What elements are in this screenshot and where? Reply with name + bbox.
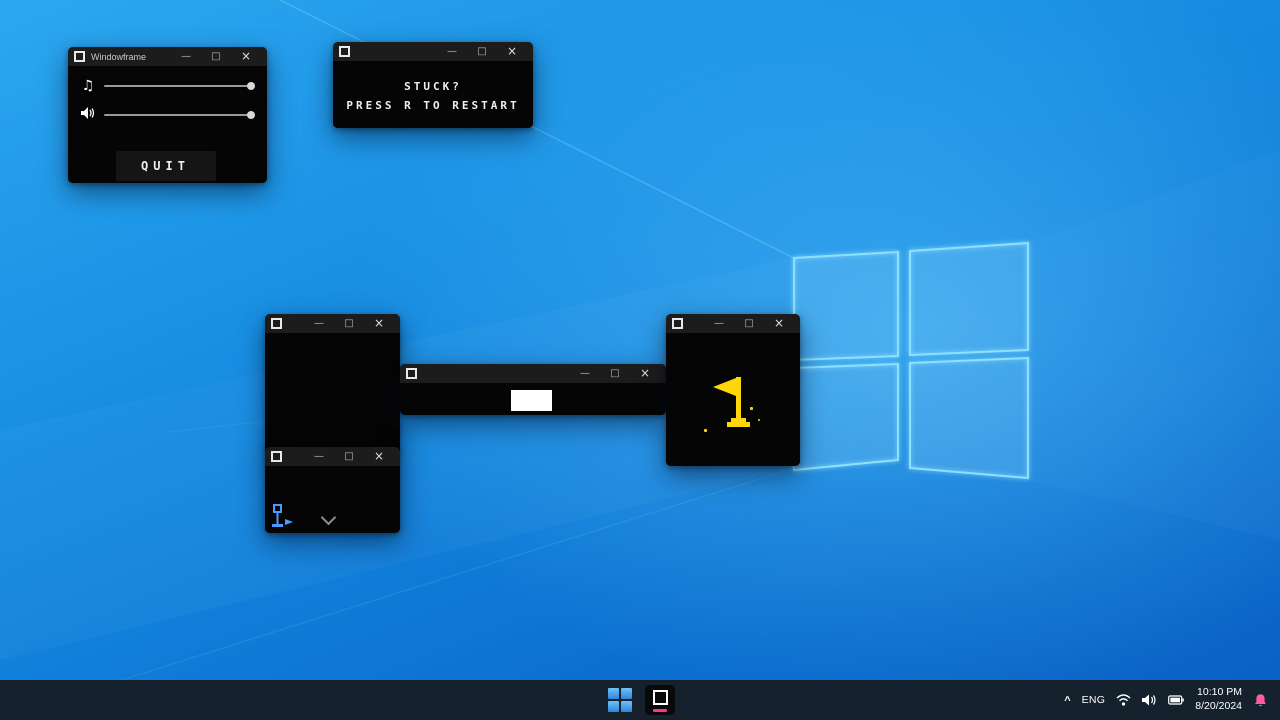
window-hint: — □ × STUCK? PRESS R TO RESTART	[333, 42, 533, 128]
clock-date: 8/20/2024	[1195, 700, 1242, 714]
titlebar[interactable]: — □ ×	[400, 364, 666, 383]
window-platform: — □ ×	[400, 364, 666, 415]
minimize-button[interactable]: —	[304, 314, 334, 333]
window-goal: — □ ×	[666, 314, 800, 466]
minimize-button[interactable]: —	[171, 47, 201, 66]
slider-track	[104, 114, 253, 116]
battery-icon[interactable]	[1168, 695, 1184, 705]
window-settings: Windowframe — □ × ♫	[68, 47, 267, 183]
close-button[interactable]: ×	[364, 314, 394, 333]
window-icon	[339, 46, 350, 57]
window-title: Windowframe	[91, 52, 146, 62]
goal-flag-icon	[710, 375, 754, 431]
close-button[interactable]: ×	[231, 47, 261, 66]
player-character-icon	[271, 504, 297, 530]
titlebar[interactable]: — □ ×	[265, 447, 400, 466]
sparkle-icon	[758, 419, 760, 421]
start-logo-icon	[608, 701, 619, 712]
music-volume-slider[interactable]	[104, 79, 255, 93]
minimize-button[interactable]: —	[570, 364, 600, 383]
maximize-button[interactable]: □	[334, 447, 364, 466]
close-button[interactable]: ×	[364, 447, 394, 466]
platform-block	[511, 390, 552, 411]
clock-time: 10:10 PM	[1195, 686, 1242, 700]
start-button[interactable]	[605, 685, 635, 715]
hint-line-1: STUCK?	[333, 77, 533, 96]
close-button[interactable]: ×	[497, 42, 527, 61]
close-button[interactable]: ×	[764, 314, 794, 333]
windowframe-app-icon	[653, 690, 668, 705]
window-icon	[672, 318, 683, 329]
tray-expand-chevron-icon[interactable]: ^	[1064, 695, 1070, 707]
start-logo-icon	[608, 688, 619, 699]
window-empty-room: — □ ×	[265, 314, 400, 455]
start-logo-icon	[621, 688, 632, 699]
maximize-button[interactable]: □	[734, 314, 764, 333]
music-note-icon: ♫	[80, 79, 96, 93]
window-icon	[74, 51, 85, 62]
maximize-button[interactable]: □	[334, 314, 364, 333]
sfx-volume-slider[interactable]	[104, 108, 255, 122]
titlebar[interactable]: — □ ×	[265, 314, 400, 333]
language-indicator[interactable]: ENG	[1082, 694, 1106, 706]
volume-icon[interactable]	[1142, 694, 1157, 706]
wifi-icon[interactable]	[1116, 694, 1131, 706]
window-icon	[406, 368, 417, 379]
minimize-button[interactable]: —	[304, 447, 334, 466]
titlebar[interactable]: — □ ×	[333, 42, 533, 61]
window-player: — □ ×	[265, 447, 400, 533]
maximize-button[interactable]: □	[467, 42, 497, 61]
slider-knob[interactable]	[247, 82, 255, 90]
chevron-down-icon	[321, 510, 337, 526]
system-tray: ^ ENG 10:10 PM 8/20/2024	[1064, 686, 1280, 713]
maximize-button[interactable]: □	[600, 364, 630, 383]
clock[interactable]: 10:10 PM 8/20/2024	[1195, 686, 1242, 713]
minimize-button[interactable]: —	[437, 42, 467, 61]
window-icon	[271, 451, 282, 462]
active-app-indicator	[653, 709, 667, 712]
titlebar[interactable]: — □ ×	[666, 314, 800, 333]
slider-track	[104, 85, 253, 87]
sparkle-icon	[750, 407, 753, 410]
slider-knob[interactable]	[247, 111, 255, 119]
taskbar-app-windowframe[interactable]	[645, 685, 675, 715]
hint-line-2: PRESS R TO RESTART	[333, 96, 533, 115]
close-button[interactable]: ×	[630, 364, 660, 383]
start-logo-icon	[621, 701, 632, 712]
window-icon	[271, 318, 282, 329]
quit-button[interactable]: QUIT	[116, 151, 216, 181]
speaker-icon	[80, 106, 96, 124]
notification-bell-icon[interactable]	[1253, 693, 1268, 708]
taskbar: ^ ENG 10:10 PM 8/20/2024	[0, 680, 1280, 720]
sparkle-icon	[704, 429, 707, 432]
minimize-button[interactable]: —	[704, 314, 734, 333]
maximize-button[interactable]: □	[201, 47, 231, 66]
titlebar[interactable]: Windowframe — □ ×	[68, 47, 267, 66]
